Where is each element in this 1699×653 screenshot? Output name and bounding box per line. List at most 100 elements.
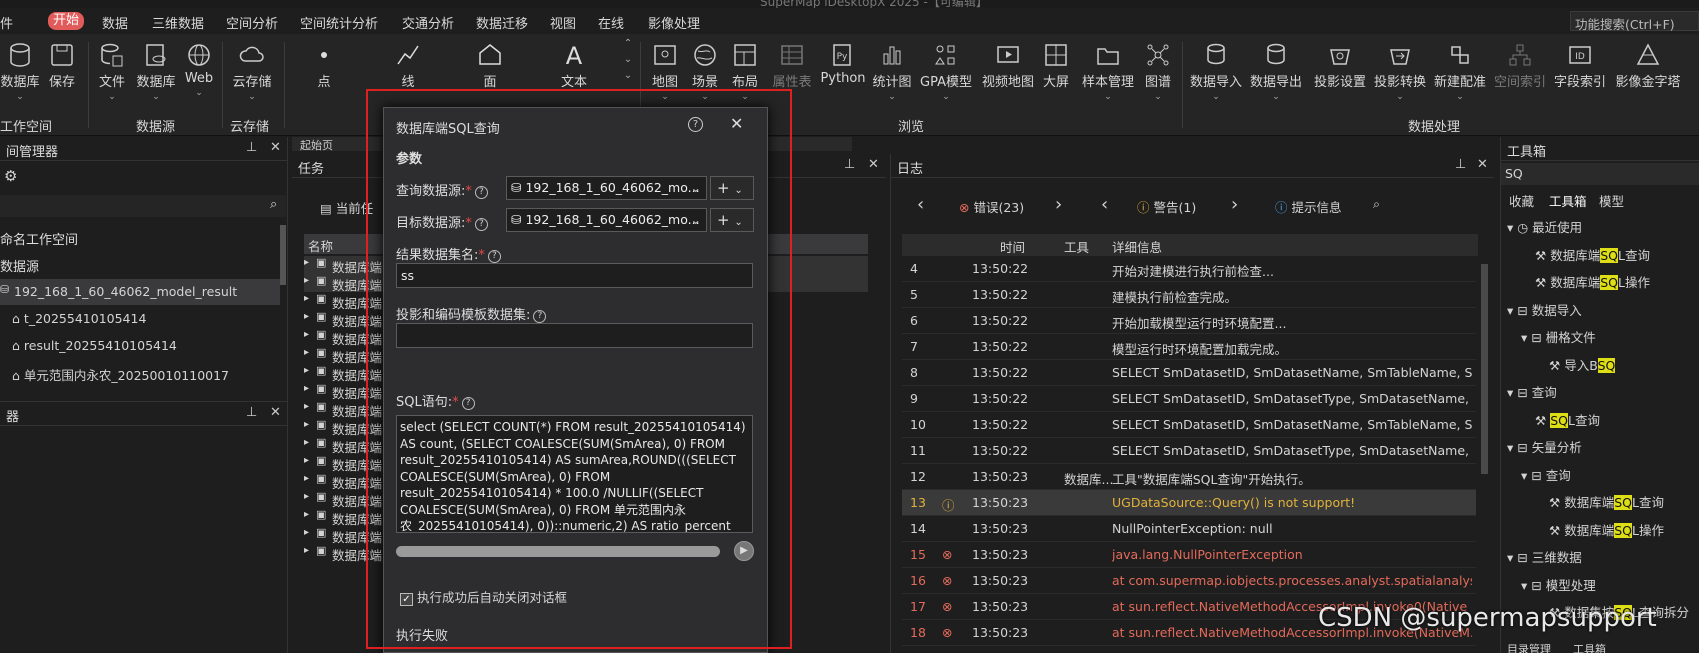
toolbox-tree-item[interactable]: ⚒ 数据库端SQL操作 — [1535, 272, 1650, 291]
next-warning-icon[interactable]: › — [1231, 194, 1238, 215]
toolbox-tree-item[interactable]: ⚒ 数据库端SQL操作 — [1549, 520, 1664, 539]
scrollbar-thumb[interactable] — [1481, 264, 1488, 474]
expand-icon[interactable]: ▸ — [304, 257, 309, 268]
video-map-button[interactable]: 视频地图 — [980, 42, 1036, 90]
expand-icon[interactable]: ▸ — [304, 329, 309, 340]
big-screen-button[interactable]: 大屏 — [1042, 42, 1070, 90]
data-export-button[interactable]: 数据导出 ⌄ — [1250, 42, 1302, 102]
field-index-button[interactable]: ID 字段索引 — [1554, 42, 1606, 90]
menu-item-file[interactable]: 件 — [0, 13, 13, 32]
log-row[interactable]: 8 13:50:22 SELECT SmDatasetID, SmDatasetNa… — [902, 360, 1476, 386]
workspace-gears-icon[interactable]: ⚙ — [4, 167, 17, 185]
scene-button[interactable]: 场景 ⌄ — [688, 42, 722, 102]
expand-icon[interactable]: ▸ — [304, 311, 309, 322]
log-row[interactable]: 13 13:50:23 UGDataSource::Query() is not s… — [902, 490, 1476, 516]
open-database-button[interactable]: 数据库 ⌄ — [0, 42, 40, 102]
expand-icon[interactable]: ▸ — [304, 293, 309, 304]
log-row[interactable]: 16 13:50:23 at com.supermap.iobjects.proce… — [902, 568, 1476, 594]
toolbox-tree-item[interactable]: ▾ ⊟ 数据导入 — [1507, 300, 1582, 319]
expand-icon[interactable]: ▸ — [304, 509, 309, 520]
current-task-filter[interactable]: ▤ 当前任 — [320, 198, 373, 217]
projection-transform-button[interactable]: 投影转换 ⌄ — [1374, 42, 1426, 102]
log-row[interactable]: 15 13:50:23 java.lang.NullPointerException… — [902, 542, 1476, 568]
menu-item-view[interactable]: 视图 — [550, 13, 576, 32]
menu-item-3d-data[interactable]: 三维数据 — [152, 13, 204, 32]
menu-item-migration[interactable]: 数据迁移 — [476, 13, 528, 32]
sql-statement-textarea[interactable]: select (SELECT COUNT(*) FROM result_2025… — [396, 415, 753, 533]
tab-favorites[interactable]: 收藏 — [1509, 191, 1534, 210]
expand-icon[interactable]: ▸ — [304, 275, 309, 286]
toolbox-tree-item[interactable]: ⚒ 导入BSQ — [1549, 355, 1616, 374]
log-row[interactable]: 5 13:50:22 建模执行前检查完成。 — [902, 282, 1476, 308]
tree-item-dataset[interactable]: ⌂ t_20255410105414 — [12, 311, 146, 326]
new-file-datasource-button[interactable]: 文件 ⌄ — [96, 42, 128, 102]
cloud-storage-button[interactable]: 云存储 ⌄ — [230, 42, 274, 102]
tab-start-page[interactable]: 起始页 — [300, 137, 333, 151]
toolbox-tree-item[interactable]: ▾ ◷ 最近使用 — [1507, 217, 1582, 236]
map-button[interactable]: 地图 ⌄ — [648, 42, 682, 102]
prev-error-icon[interactable]: ‹ — [917, 194, 924, 215]
expand-icon[interactable]: ▸ — [304, 455, 309, 466]
menu-item-start[interactable]: 开始 — [48, 12, 85, 30]
log-row[interactable]: 14 13:50:23 NullPointerException: null — [902, 516, 1476, 542]
gpa-model-button[interactable]: GPA模型 ⌄ — [918, 42, 974, 102]
statistics-chart-button[interactable]: 统计图 ⌄ — [872, 42, 912, 102]
web-datasource-button[interactable]: Web ⌄ — [184, 42, 214, 98]
search-icon[interactable]: ⌕ — [1373, 196, 1380, 212]
expand-icon[interactable]: ▸ — [304, 365, 309, 376]
menu-item-spatial-analysis[interactable]: 空间分析 — [226, 13, 278, 32]
tree-item-datasources[interactable]: 数据源 — [0, 256, 39, 275]
layout-button[interactable]: 布局 ⌄ — [728, 42, 762, 102]
close-icon[interactable]: ✕ — [270, 405, 281, 420]
auto-close-checkbox[interactable]: ✓ 执行成功后自动关闭对话框 — [400, 587, 567, 606]
help-icon[interactable]: ? — [688, 117, 703, 132]
menu-item-spatial-stats[interactable]: 空间统计分析 — [300, 13, 378, 32]
search-icon[interactable]: ⌕ — [270, 197, 277, 212]
pin-icon[interactable]: ⊥ — [246, 140, 257, 155]
attribute-table-button[interactable]: 属性表 — [770, 42, 814, 90]
log-row[interactable]: 7 13:50:22 模型运行时环境配置加载完成。 — [902, 334, 1476, 360]
expand-icon[interactable]: ▸ — [304, 347, 309, 358]
tree-item-dataset[interactable]: ⌂ 单元范围内永农_20250010110017 — [12, 365, 229, 384]
add-target-datasource-button[interactable]: + ⌄ — [710, 208, 754, 232]
new-registration-button[interactable]: 新建配准 ⌄ — [1434, 42, 1486, 102]
line-button[interactable]: 线 — [390, 42, 426, 90]
projection-settings-button[interactable]: 投影设置 — [1314, 42, 1366, 90]
expand-icon[interactable]: ▸ — [304, 527, 309, 538]
log-row[interactable]: 6 13:50:22 开始加载模型运行时环境配置... — [902, 308, 1476, 334]
data-import-button[interactable]: 数据导入 ⌄ — [1190, 42, 1242, 102]
toolbox-tree-item[interactable]: ▾ ⊟ 栅格文件 — [1521, 327, 1596, 346]
tab-toolbox-bottom[interactable]: 工具箱 — [1573, 643, 1606, 653]
image-pyramid-button[interactable]: 影像金字塔 — [1614, 42, 1682, 90]
next-error-icon[interactable]: › — [1055, 194, 1062, 215]
save-button[interactable]: 保存 — [46, 42, 78, 90]
pin-icon[interactable]: ⊥ — [1455, 157, 1466, 172]
python-button[interactable]: Py Python — [820, 42, 866, 86]
toolbox-tree-item[interactable]: ▾ ⊟ 矢量分析 — [1507, 437, 1582, 456]
tree-item-dataset[interactable]: ⌂ result_20255410105414 — [12, 338, 177, 353]
point-button[interactable]: 点 — [306, 42, 342, 90]
add-datasource-button[interactable]: + ⌄ — [710, 176, 754, 200]
menu-item-imagery[interactable]: 影像处理 — [648, 13, 700, 32]
ribbon-scroll[interactable]: ⌃ ⌄ ⌄ — [622, 36, 634, 84]
log-row[interactable]: 11 13:50:22 SELECT SmDatasetID, SmDatasetT… — [902, 438, 1476, 464]
toolbox-tree-item[interactable]: ▾ ⊟ 三维数据 — [1507, 547, 1582, 566]
close-icon[interactable]: ✕ — [868, 157, 879, 172]
spatial-index-button[interactable]: 空间索引 — [1494, 42, 1546, 90]
target-datasource-select[interactable]: ⛁ 192_168_1_60_46062_mo... ⌄ — [506, 208, 707, 232]
tree-item-workspace[interactable]: 命名工作空间 — [0, 229, 78, 248]
pin-icon[interactable]: ⊥ — [844, 157, 855, 172]
close-icon[interactable]: ✕ — [730, 114, 743, 133]
expand-icon[interactable]: ▸ — [304, 419, 309, 430]
graph-button[interactable]: 图谱 ⌄ — [1142, 42, 1174, 102]
log-row[interactable]: 10 13:50:22 SELECT SmDatasetID, SmDatasetN… — [902, 412, 1476, 438]
query-datasource-select[interactable]: ⛁ 192_168_1_60_46062_mo... ⌄ — [506, 176, 707, 200]
expand-icon[interactable]: ▸ — [304, 491, 309, 502]
toolbox-tree-item[interactable]: ▾ ⊟ 模型处理 — [1521, 575, 1596, 594]
function-search-input[interactable]: 功能搜索(Ctrl+F) — [1570, 11, 1699, 32]
toolbox-tree-item[interactable]: ▾ ⊟ 查询 — [1521, 465, 1571, 484]
text-button[interactable]: A 文本 — [556, 42, 592, 90]
expand-icon[interactable]: ▸ — [304, 401, 309, 412]
workspace-search-input[interactable]: ⌕ — [0, 195, 286, 217]
info-filter[interactable]: ⓘ 提示信息 — [1275, 197, 1342, 216]
